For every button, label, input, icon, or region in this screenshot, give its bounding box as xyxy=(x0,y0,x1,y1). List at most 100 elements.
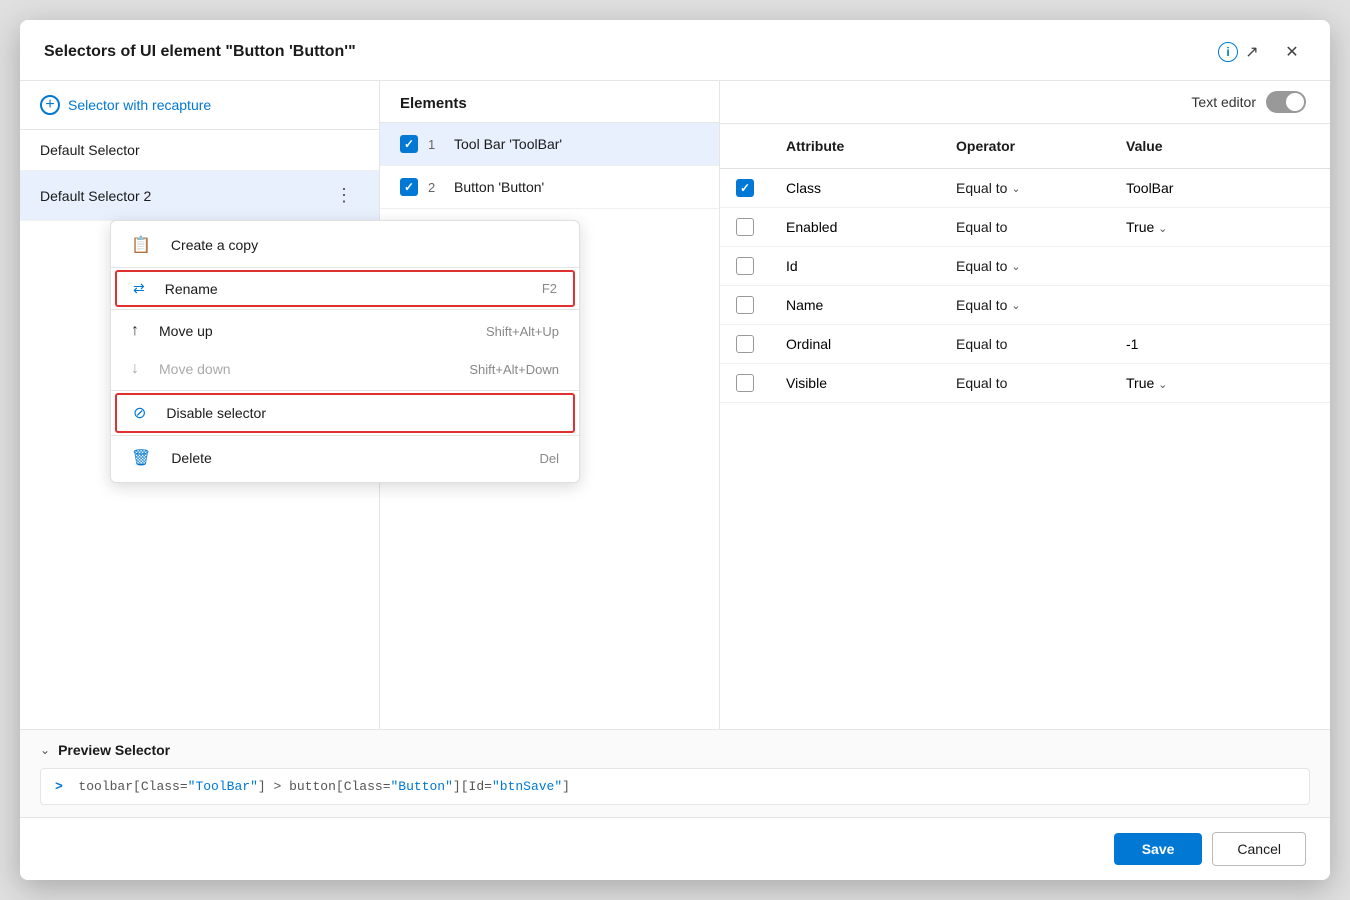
right-panel-header: Text editor xyxy=(720,81,1330,124)
element-checkbox-2[interactable] xyxy=(400,178,418,196)
chevron-id: ⌄ xyxy=(1011,260,1020,273)
attr-operator-name[interactable]: Equal to ⌄ xyxy=(956,297,1116,313)
delete-icon: 🗑 xyxy=(131,448,151,468)
chevron-enabled: ⌄ xyxy=(1158,223,1167,235)
menu-shortcut-move-down: Shift+Alt+Down xyxy=(469,362,559,377)
selector-item-label-1: Default Selector xyxy=(40,142,140,158)
code-arrow: > xyxy=(55,779,63,794)
attr-row-id: Id Equal to ⌄ xyxy=(720,247,1330,286)
dialog-footer: Save Cancel xyxy=(20,817,1330,880)
attributes-table: Attribute Operator Value Class Equal to … xyxy=(720,124,1330,729)
attr-check-name[interactable] xyxy=(736,296,754,314)
attr-check-visible[interactable] xyxy=(736,374,754,392)
element-num-1: 1 xyxy=(428,137,444,152)
preview-code: > toolbar[Class="ToolBar"] > button[Clas… xyxy=(40,768,1310,805)
menu-shortcut-move-up: Shift+Alt+Up xyxy=(486,324,559,339)
attr-col-attribute: Attribute xyxy=(786,138,946,154)
menu-label-delete: Delete xyxy=(171,450,211,466)
menu-label-move-down: Move down xyxy=(159,361,231,377)
text-editor-toggle[interactable] xyxy=(1266,91,1306,113)
menu-item-move-up[interactable]: ↑ Move up Shift+Alt+Up xyxy=(111,312,579,350)
element-item-2[interactable]: 2 Button 'Button' xyxy=(380,166,719,209)
dialog-header: Selectors of UI element "Button 'Button'… xyxy=(20,20,1330,81)
attr-check-id[interactable] xyxy=(736,257,754,275)
element-item-1[interactable]: 1 Tool Bar 'ToolBar' xyxy=(380,123,719,166)
cancel-button[interactable]: Cancel xyxy=(1212,832,1306,866)
attr-row-visible: Visible Equal to True ⌄ xyxy=(720,364,1330,403)
attr-value-ordinal: -1 xyxy=(1126,336,1314,352)
preview-label: Preview Selector xyxy=(58,742,170,758)
rename-icon: ⇄ xyxy=(133,280,145,297)
attr-operator-id[interactable]: Equal to ⌄ xyxy=(956,258,1116,274)
dialog-title: Selectors of UI element "Button 'Button'… xyxy=(44,43,1208,61)
attr-name-ordinal: Ordinal xyxy=(786,336,946,352)
menu-divider-1 xyxy=(111,267,579,268)
selector-item-1[interactable]: Default Selector xyxy=(20,130,379,171)
close-icon[interactable]: ✕ xyxy=(1278,38,1306,66)
attr-name-class: Class xyxy=(786,180,946,196)
attr-value-enabled: True ⌄ xyxy=(1126,219,1314,235)
move-down-icon: ↓ xyxy=(131,360,139,378)
attr-name-id: Id xyxy=(786,258,946,274)
menu-divider-2 xyxy=(111,309,579,310)
attr-value-class: ToolBar xyxy=(1126,180,1314,196)
menu-divider-3 xyxy=(111,390,579,391)
move-up-icon: ↑ xyxy=(131,322,139,340)
save-button[interactable]: Save xyxy=(1114,833,1203,865)
attr-check-ordinal[interactable] xyxy=(736,335,754,353)
menu-label-rename: Rename xyxy=(165,281,218,297)
menu-item-delete[interactable]: 🗑 Delete Del xyxy=(111,438,579,478)
menu-shortcut-rename: F2 xyxy=(542,281,557,296)
expand-icon[interactable]: ↗ xyxy=(1238,38,1266,66)
disable-icon: ⊘ xyxy=(133,403,146,423)
attr-col-operator: Operator xyxy=(956,138,1116,154)
left-panel: + Selector with recapture Default Select… xyxy=(20,81,380,729)
menu-divider-4 xyxy=(111,435,579,436)
element-checkbox-1[interactable] xyxy=(400,135,418,153)
code-button-class: "Button" xyxy=(391,779,453,794)
attr-col-value: Value xyxy=(1126,138,1314,154)
attr-row-ordinal: Ordinal Equal to -1 xyxy=(720,325,1330,364)
chevron-name: ⌄ xyxy=(1011,299,1020,312)
code-toolbar-class: "ToolBar" xyxy=(188,779,258,794)
element-num-2: 2 xyxy=(428,180,444,195)
context-menu-trigger[interactable]: ⋮ xyxy=(329,183,359,208)
dialog-body: + Selector with recapture Default Select… xyxy=(20,81,1330,729)
code-button-id: "btnSave" xyxy=(492,779,562,794)
chevron-visible: ⌄ xyxy=(1158,379,1167,391)
elements-header: Elements xyxy=(380,81,719,123)
attr-operator-class[interactable]: Equal to ⌄ xyxy=(956,180,1116,196)
attr-check-class[interactable] xyxy=(736,179,754,197)
menu-item-copy[interactable]: 📋 Create a copy xyxy=(111,225,579,265)
element-name-2: Button 'Button' xyxy=(454,179,544,195)
preview-header[interactable]: ⌄ Preview Selector xyxy=(40,742,1310,758)
selector-item-2[interactable]: Default Selector 2 ⋮ xyxy=(20,171,379,221)
menu-label-move-up: Move up xyxy=(159,323,213,339)
dialog: Selectors of UI element "Button 'Button'… xyxy=(20,20,1330,880)
attr-check-enabled[interactable] xyxy=(736,218,754,236)
menu-item-disable[interactable]: ⊘ Disable selector xyxy=(115,393,575,433)
preview-section: ⌄ Preview Selector > toolbar[Class="Tool… xyxy=(20,729,1330,817)
attr-name-visible: Visible xyxy=(786,375,946,391)
element-name-1: Tool Bar 'ToolBar' xyxy=(454,136,562,152)
attr-row-class: Class Equal to ⌄ ToolBar xyxy=(720,169,1330,208)
attr-operator-ordinal[interactable]: Equal to xyxy=(956,336,1116,352)
code-text: toolbar[Class="ToolBar"] > button[Class=… xyxy=(71,779,570,794)
selector-item-label-2: Default Selector 2 xyxy=(40,188,151,204)
attr-operator-visible[interactable]: Equal to xyxy=(956,375,1116,391)
menu-item-move-down[interactable]: ↓ Move down Shift+Alt+Down xyxy=(111,350,579,388)
menu-label-disable: Disable selector xyxy=(166,405,266,421)
add-selector-button[interactable]: + Selector with recapture xyxy=(20,81,379,130)
menu-item-rename[interactable]: ⇄ Rename F2 xyxy=(115,270,575,307)
info-icon[interactable]: i xyxy=(1218,42,1238,62)
add-selector-label: Selector with recapture xyxy=(68,97,211,113)
attr-operator-enabled[interactable]: Equal to xyxy=(956,219,1116,235)
chevron-class: ⌄ xyxy=(1011,182,1020,195)
attr-row-name: Name Equal to ⌄ xyxy=(720,286,1330,325)
attr-value-visible: True ⌄ xyxy=(1126,375,1314,391)
copy-icon: 📋 xyxy=(131,235,151,255)
menu-shortcut-delete: Del xyxy=(539,451,559,466)
right-panel: Text editor Attribute Operator Value Cla… xyxy=(720,81,1330,729)
context-menu: 📋 Create a copy ⇄ Rename F2 xyxy=(110,220,580,483)
attr-name-enabled: Enabled xyxy=(786,219,946,235)
